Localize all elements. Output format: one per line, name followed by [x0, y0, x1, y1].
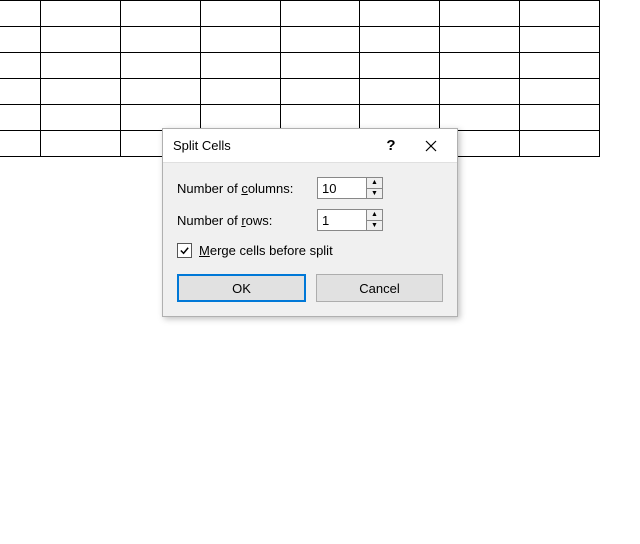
merge-label: Merge cells before split	[199, 243, 333, 258]
rows-spin-buttons: ▲ ▼	[367, 209, 383, 231]
buttons-row: OK Cancel	[177, 274, 443, 302]
columns-input[interactable]	[317, 177, 367, 199]
columns-spinner: ▲ ▼	[317, 177, 383, 199]
titlebar[interactable]: Split Cells ?	[163, 129, 457, 163]
merge-row: Merge cells before split	[177, 243, 443, 258]
columns-spin-buttons: ▲ ▼	[367, 177, 383, 199]
dialog-body: Number of columns: ▲ ▼ Number of rows: ▲…	[163, 163, 457, 316]
columns-label: Number of columns:	[177, 181, 317, 196]
columns-spin-up[interactable]: ▲	[367, 178, 382, 189]
close-button[interactable]	[411, 131, 451, 161]
columns-spin-down[interactable]: ▼	[367, 189, 382, 199]
merge-checkbox[interactable]	[177, 243, 192, 258]
help-icon: ?	[386, 137, 395, 154]
rows-spinner: ▲ ▼	[317, 209, 383, 231]
rows-row: Number of rows: ▲ ▼	[177, 209, 443, 231]
check-icon	[179, 245, 190, 256]
split-cells-dialog: Split Cells ? Number of columns: ▲ ▼	[162, 128, 458, 317]
dialog-title: Split Cells	[173, 138, 371, 153]
columns-row: Number of columns: ▲ ▼	[177, 177, 443, 199]
rows-input[interactable]	[317, 209, 367, 231]
cancel-button[interactable]: Cancel	[316, 274, 443, 302]
rows-spin-up[interactable]: ▲	[367, 210, 382, 221]
close-icon	[425, 140, 437, 152]
ok-button[interactable]: OK	[177, 274, 306, 302]
rows-spin-down[interactable]: ▼	[367, 221, 382, 231]
rows-label: Number of rows:	[177, 213, 317, 228]
help-button[interactable]: ?	[371, 131, 411, 161]
